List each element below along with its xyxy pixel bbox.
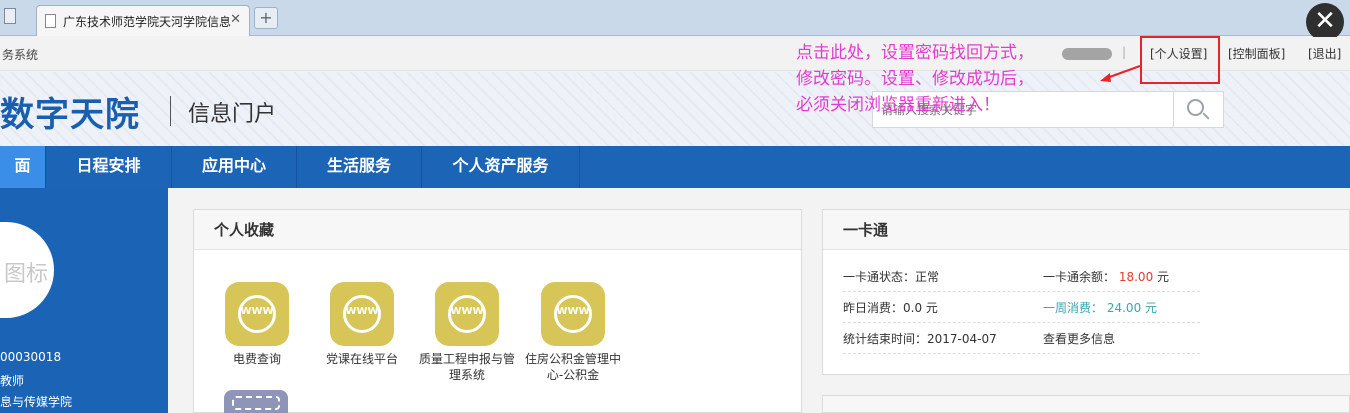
card-status: 一卡通状态：正常 xyxy=(843,268,939,285)
card-week: 一周消费： 24.00 元 xyxy=(1043,299,1157,316)
app-housing-fund[interactable]: WWW 住房公积金管理中心-公积金 xyxy=(523,282,623,383)
annotation-note: 点击此处，设置密码找回方式， 修改密码。设置、修改成功后， 必须关闭浏览器重新进… xyxy=(796,40,1116,118)
site-logo: 数字天院 xyxy=(0,95,140,135)
divider xyxy=(170,96,171,126)
annotation-arrow-icon xyxy=(1100,65,1141,82)
page-icon xyxy=(45,14,56,28)
profile-sidebar: 图标 00030018 教师 息与传媒学院 xyxy=(0,188,168,413)
tab-title: 广东技术师范学院天河学院信息 xyxy=(63,15,232,29)
annotation-line: 点击此处，设置密码找回方式， xyxy=(796,43,1034,63)
avatar[interactable]: 图标 xyxy=(0,222,54,318)
logout-link[interactable]: [退出] xyxy=(1308,45,1341,62)
card-balance-value: 18.00 xyxy=(1118,270,1154,284)
card-stat-value: 2017-04-07 xyxy=(927,332,997,346)
card-title: 一卡通 xyxy=(823,210,1349,250)
close-overlay-button[interactable]: ✕ xyxy=(1306,3,1344,41)
card-week-unit: 元 xyxy=(1145,301,1158,315)
main-nav: 面 日程安排 应用中心 生活服务 个人资产服务 xyxy=(0,146,1350,188)
card-stat-time: 统计结束时间：2017-04-07 xyxy=(843,330,997,347)
document-icon xyxy=(4,8,16,24)
www-globe-icon: WWW xyxy=(541,282,605,346)
tab-close-icon[interactable]: ✕ xyxy=(230,12,241,27)
app-label: 住房公积金管理中心-公积金 xyxy=(524,352,621,382)
highlight-box xyxy=(1140,36,1220,84)
nav-life-services[interactable]: 生活服务 xyxy=(297,146,422,188)
card-week-label: 一周消费： xyxy=(1043,301,1104,315)
divider xyxy=(843,322,1200,323)
annotation-line: 必须关闭浏览器重新进入！ xyxy=(796,95,1000,115)
app-label: 党课在线平台 xyxy=(325,352,398,366)
system-name: 务系统 xyxy=(2,48,39,62)
app-label: 质量工程申报与管理系统 xyxy=(418,352,515,382)
card-balance: 一卡通余额： 18.00 元 xyxy=(1043,268,1169,285)
user-id: 00030018 xyxy=(0,350,62,364)
avatar-placeholder: 图标 xyxy=(4,262,49,287)
favorites-title: 个人收藏 xyxy=(194,210,801,250)
portal-title: 信息门户 xyxy=(188,102,277,127)
next-panel xyxy=(822,395,1350,413)
nav-schedule[interactable]: 日程安排 xyxy=(46,146,172,188)
www-globe-icon: WWW xyxy=(225,282,289,346)
card-balance-unit: 元 xyxy=(1157,270,1170,284)
user-role: 教师 xyxy=(0,374,25,388)
card-week-value: 24.00 xyxy=(1106,301,1142,315)
card-balance-label: 一卡通余额： xyxy=(1043,270,1116,284)
nav-personal-assets[interactable]: 个人资产服务 xyxy=(422,146,580,188)
divider xyxy=(843,353,1200,354)
nav-app-center[interactable]: 应用中心 xyxy=(172,146,297,188)
search-button[interactable] xyxy=(1173,92,1223,127)
card-yesterday: 昨日消费：0.0 元 xyxy=(843,301,938,315)
www-globe-icon: WWW xyxy=(330,282,394,346)
app-quality-project[interactable]: WWW 质量工程申报与管理系统 xyxy=(417,282,517,383)
user-department: 息与传媒学院 xyxy=(0,395,73,409)
app-party-course[interactable]: WWW 党课在线平台 xyxy=(312,282,412,367)
card-status-label: 一卡通状态： xyxy=(843,270,916,284)
app-partial-icon[interactable] xyxy=(224,390,288,413)
card-more-link[interactable]: 查看更多信息 xyxy=(1043,330,1115,347)
card-stat-label: 统计结束时间： xyxy=(843,332,928,346)
browser-tab[interactable]: 广东技术师范学院天河学院信息 ✕ xyxy=(36,5,250,36)
card-status-value: 正常 xyxy=(915,270,940,284)
app-label: 电费查询 xyxy=(232,352,281,366)
new-tab-button[interactable]: + xyxy=(254,7,278,29)
app-electricity-query[interactable]: WWW 电费查询 xyxy=(207,282,307,367)
control-panel-link[interactable]: [控制面板] xyxy=(1228,45,1285,62)
www-globe-icon: WWW xyxy=(435,282,499,346)
divider xyxy=(843,291,1200,292)
card-panel: 一卡通 xyxy=(822,209,1350,375)
divider: | xyxy=(1122,45,1127,59)
annotation-line: 修改密码。设置、修改成功后， xyxy=(796,69,1034,89)
nav-home[interactable]: 面 xyxy=(0,146,46,188)
browser-tabstrip: 广东技术师范学院天河学院信息 ✕ + xyxy=(0,0,1350,36)
